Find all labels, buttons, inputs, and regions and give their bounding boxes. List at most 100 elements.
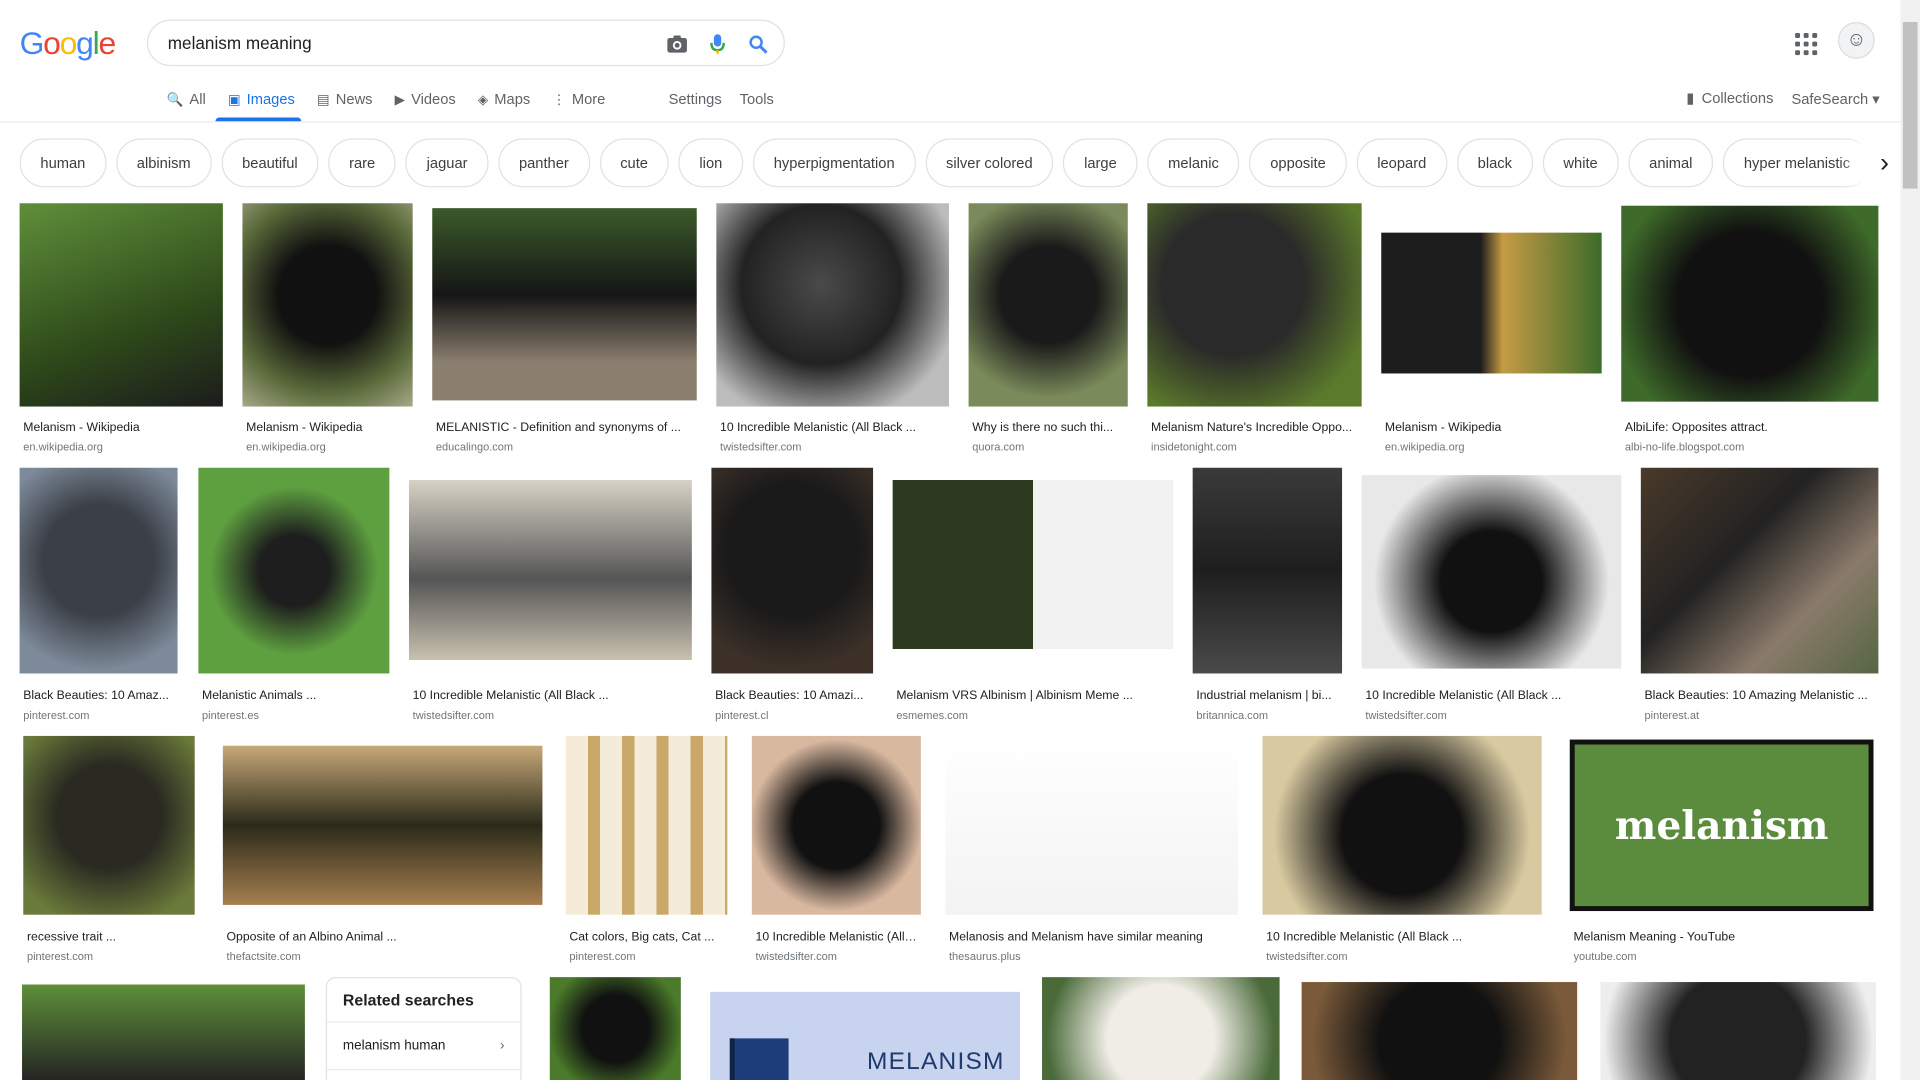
- result-source[interactable]: pinterest.cl: [715, 709, 768, 721]
- avatar[interactable]: ☺: [1837, 22, 1875, 59]
- tools-link[interactable]: Tools: [740, 91, 774, 108]
- chip-human[interactable]: human: [19, 138, 107, 188]
- tab-videos[interactable]: ▶ Videos: [395, 88, 456, 110]
- result-title[interactable]: Black Beauties: 10 Amazing Melanistic ..…: [1645, 689, 1875, 702]
- result-title[interactable]: Melanism Nature's Incredible Oppo...: [1151, 421, 1358, 434]
- chip-melanic[interactable]: melanic: [1147, 138, 1240, 188]
- result-thumbnail[interactable]: [19, 467, 178, 674]
- result-thumbnail[interactable]: [1640, 467, 1879, 674]
- tab-maps[interactable]: ◈ Maps: [478, 88, 530, 110]
- chip-lion[interactable]: lion: [678, 138, 744, 188]
- apps-icon[interactable]: [1795, 33, 1818, 56]
- result-thumbnail[interactable]: [716, 203, 949, 407]
- result-source[interactable]: twistedsifter.com: [1266, 950, 1347, 962]
- result-source[interactable]: insidetonight.com: [1151, 441, 1237, 453]
- result-source[interactable]: en.wikipedia.org: [1385, 441, 1465, 453]
- result-source[interactable]: educalingo.com: [436, 441, 513, 453]
- chip-rare[interactable]: rare: [328, 138, 397, 188]
- scrollbar-thumb[interactable]: [1902, 22, 1918, 189]
- chip-hyper-melanistic[interactable]: hyper melanistic: [1723, 138, 1871, 188]
- tab-all[interactable]: 🔍 All: [167, 88, 206, 110]
- result-title[interactable]: Melanism - Wikipedia: [1385, 421, 1598, 434]
- result-title[interactable]: recessive trait ...: [27, 931, 191, 944]
- result-thumbnail[interactable]: [1621, 205, 1879, 402]
- result-source[interactable]: pinterest.com: [569, 950, 635, 962]
- collections-button[interactable]: ▮ Collections: [1686, 89, 1773, 106]
- result-thumbnail[interactable]: [1192, 467, 1343, 674]
- result-thumbnail[interactable]: [549, 977, 681, 1080]
- result-title[interactable]: Cat colors, Big cats, Cat ...: [569, 931, 723, 944]
- result-thumbnail[interactable]: [968, 203, 1128, 407]
- result-thumbnail[interactable]: [222, 745, 543, 905]
- result-thumbnail[interactable]: [1600, 982, 1876, 1080]
- chip-albinism[interactable]: albinism: [115, 138, 212, 188]
- result-title[interactable]: Black Beauties: 10 Amaz...: [23, 689, 174, 702]
- result-source[interactable]: youtube.com: [1573, 950, 1636, 962]
- result-thumbnail[interactable]: [751, 735, 921, 915]
- tab-more[interactable]: ⋮ More: [552, 88, 605, 110]
- chip-animal[interactable]: animal: [1628, 138, 1714, 188]
- result-thumbnail[interactable]: [1147, 203, 1362, 407]
- result-source[interactable]: albi-no-life.blogspot.com: [1625, 441, 1744, 453]
- chip-cute[interactable]: cute: [599, 138, 669, 188]
- settings-link[interactable]: Settings: [669, 91, 722, 108]
- result-title[interactable]: 10 Incredible Melanistic (All Black ...: [720, 421, 945, 434]
- result-thumbnail[interactable]: [1042, 977, 1280, 1080]
- search-icon[interactable]: [746, 32, 770, 56]
- result-title[interactable]: Melanism - Wikipedia: [246, 421, 409, 434]
- result-thumbnail[interactable]: [565, 735, 728, 915]
- result-thumbnail[interactable]: [945, 735, 1238, 915]
- result-title[interactable]: 10 Incredible Melanistic (All Black ...: [1266, 931, 1538, 944]
- result-source[interactable]: twistedsifter.com: [413, 709, 494, 721]
- safesearch-button[interactable]: SafeSearch ▾: [1791, 91, 1879, 108]
- result-thumbnail[interactable]: [1301, 982, 1578, 1080]
- result-title[interactable]: Melanism VRS Albinism | Albinism Meme ..…: [896, 689, 1169, 702]
- chip-hyperpigmentation[interactable]: hyperpigmentation: [752, 138, 916, 188]
- result-source[interactable]: thefactsite.com: [227, 950, 301, 962]
- result-title[interactable]: 10 Incredible Melanistic (All Black ...: [413, 689, 689, 702]
- result-source[interactable]: thesaurus.plus: [949, 950, 1021, 962]
- result-title[interactable]: 10 Incredible Melanistic (All Black ...: [1365, 689, 1617, 702]
- result-title[interactable]: Melanistic Animals ...: [202, 689, 386, 702]
- result-thumbnail[interactable]: [22, 984, 305, 1080]
- result-thumbnail[interactable]: [242, 203, 413, 407]
- result-title[interactable]: Industrial melanism | bi...: [1196, 689, 1338, 702]
- result-title[interactable]: Why is there no such thi...: [972, 421, 1124, 434]
- search-box[interactable]: melanism meaning: [146, 19, 785, 67]
- result-title[interactable]: 10 Incredible Melanistic (All ...: [756, 931, 918, 944]
- result-title[interactable]: Opposite of an Albino Animal ...: [227, 931, 539, 944]
- camera-icon[interactable]: [665, 32, 689, 56]
- tab-images[interactable]: ▣ Images: [228, 88, 295, 110]
- result-source[interactable]: quora.com: [972, 441, 1024, 453]
- result-source[interactable]: pinterest.com: [27, 950, 93, 962]
- result-thumbnail[interactable]: [711, 467, 874, 674]
- chip-panther[interactable]: panther: [498, 138, 590, 188]
- chip-beautiful[interactable]: beautiful: [221, 138, 319, 188]
- result-thumbnail[interactable]: [23, 735, 195, 915]
- result-source[interactable]: esmemes.com: [896, 709, 968, 721]
- result-thumbnail[interactable]: [19, 203, 223, 407]
- result-source[interactable]: en.wikipedia.org: [23, 441, 103, 453]
- result-thumbnail[interactable]: MELANISM: [710, 991, 1021, 1080]
- chip-white[interactable]: white: [1542, 138, 1619, 188]
- result-thumbnail[interactable]: [1361, 475, 1622, 669]
- result-source[interactable]: pinterest.at: [1645, 709, 1700, 721]
- result-title[interactable]: MELANISTIC - Definition and synonyms of …: [436, 421, 693, 434]
- result-thumbnail[interactable]: melanism: [1569, 739, 1874, 912]
- result-thumbnail[interactable]: [198, 467, 390, 674]
- tab-news[interactable]: ▤ News: [317, 88, 373, 110]
- chip-leopard[interactable]: leopard: [1356, 138, 1448, 188]
- result-source[interactable]: twistedsifter.com: [720, 441, 801, 453]
- chip-silver-colored[interactable]: silver colored: [925, 138, 1054, 188]
- result-source[interactable]: pinterest.com: [23, 709, 89, 721]
- mic-icon[interactable]: [705, 32, 729, 56]
- result-thumbnail[interactable]: [1262, 735, 1542, 915]
- related-item[interactable]: melanism human ›: [326, 1022, 521, 1071]
- result-title[interactable]: Melanism Meaning - YouTube: [1573, 931, 1869, 944]
- result-title[interactable]: Melanosis and Melanism have similar mean…: [949, 931, 1234, 944]
- result-source[interactable]: twistedsifter.com: [756, 950, 837, 962]
- result-title[interactable]: AlbiLife: Opposites attract.: [1625, 421, 1875, 434]
- result-source[interactable]: twistedsifter.com: [1365, 709, 1446, 721]
- result-title[interactable]: Black Beauties: 10 Amazi...: [715, 689, 869, 702]
- google-logo[interactable]: Google: [20, 24, 117, 62]
